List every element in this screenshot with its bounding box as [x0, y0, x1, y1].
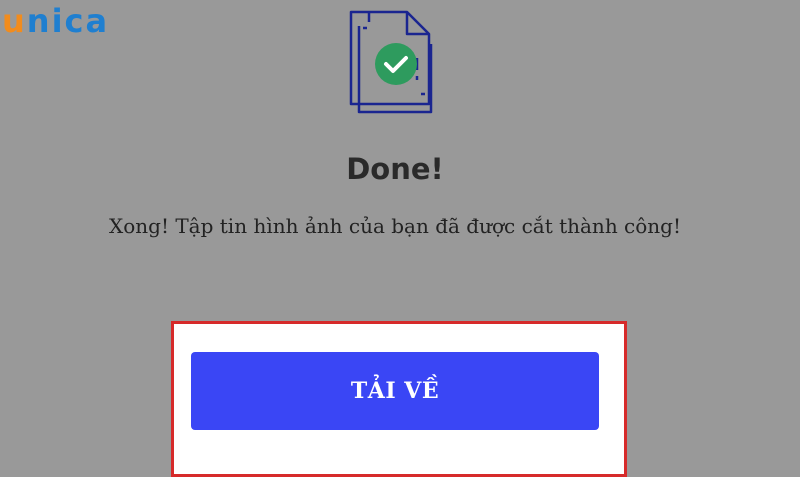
unica-logo: u n i c a — [2, 0, 109, 42]
logo-letter-i: i — [51, 2, 65, 40]
logo-letter-a: a — [85, 2, 110, 40]
done-title: Done! — [346, 152, 444, 186]
logo-letter-n: n — [26, 2, 52, 40]
check-icon — [375, 43, 417, 85]
success-message: Xong! Tập tin hình ảnh của bạn đã được c… — [108, 214, 682, 238]
logo-letter-c: c — [64, 2, 86, 40]
download-button[interactable]: TẢI VỀ — [191, 352, 599, 430]
logo-letter-u: u — [2, 2, 27, 40]
document-success-icon — [349, 10, 433, 114]
